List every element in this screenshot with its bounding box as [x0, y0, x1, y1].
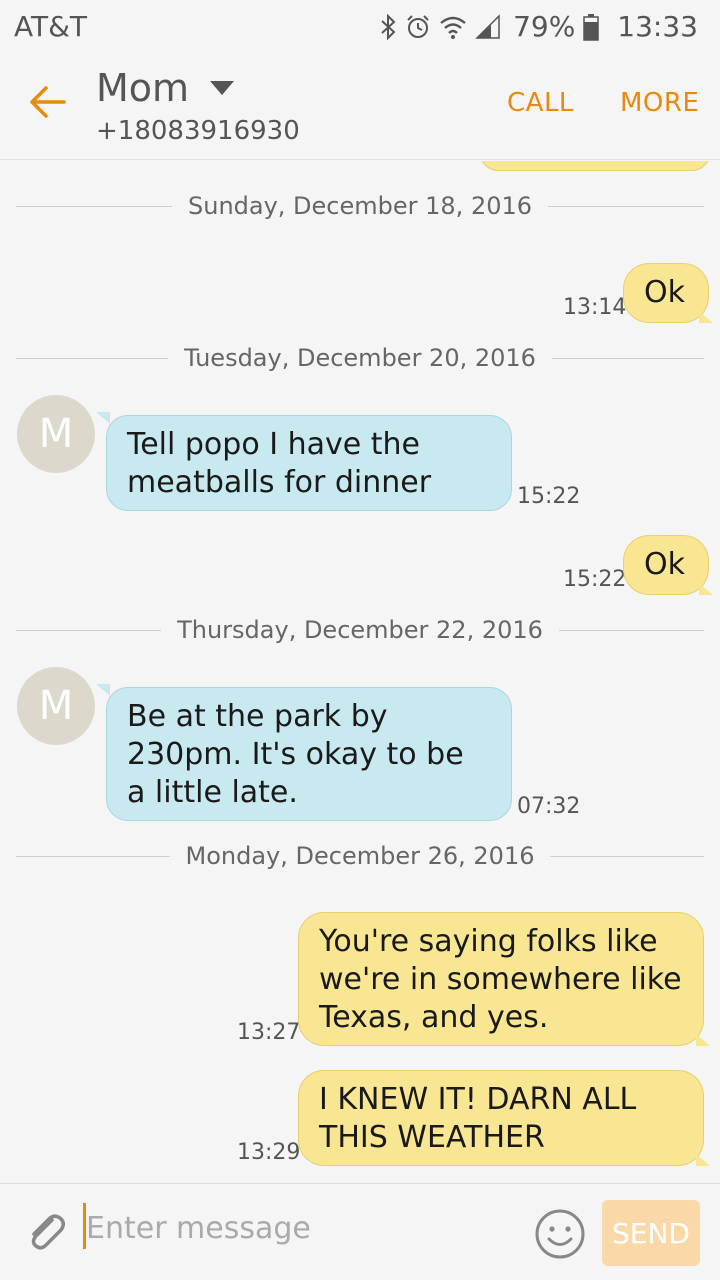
message-time: 13:29	[237, 1140, 301, 1165]
avatar-initial: M	[38, 411, 74, 457]
attach-button[interactable]	[22, 1208, 70, 1256]
avatar-initial: M	[38, 683, 74, 729]
back-button[interactable]	[26, 82, 70, 126]
battery-icon	[583, 13, 600, 41]
bubble-tail	[699, 583, 713, 595]
date-separator: Thursday, December 22, 2016	[0, 612, 720, 648]
back-arrow-icon	[28, 84, 68, 124]
incoming-message-bubble[interactable]: Be at the park by 230pm. It's okay to be…	[106, 687, 512, 821]
message-text: You're saying folks like we're in somewh…	[319, 924, 682, 1035]
message-time: 15:22	[563, 567, 627, 592]
conversation-header: Mom +18083916930 CALL MORE	[0, 52, 720, 160]
bubble-tail	[96, 684, 110, 696]
signal-icon	[475, 13, 501, 40]
emoji-button[interactable]	[534, 1208, 586, 1260]
message-time: 07:32	[517, 794, 581, 819]
date-separator: Monday, December 26, 2016	[0, 838, 720, 874]
alarm-icon	[405, 14, 431, 40]
outgoing-message-bubble[interactable]: Ok	[623, 535, 709, 595]
contact-avatar[interactable]: M	[17, 667, 95, 745]
dropdown-arrow-icon	[209, 80, 235, 96]
message-time: 13:14	[563, 295, 627, 320]
status-icons: 79% 13:33	[379, 10, 698, 43]
carrier-name: AT&T	[14, 10, 88, 43]
date-label: Sunday, December 18, 2016	[188, 192, 533, 220]
message-time: 13:27	[237, 1020, 301, 1045]
paperclip-icon	[22, 1214, 70, 1260]
message-input[interactable]	[86, 1206, 506, 1250]
partial-message-bubble	[480, 161, 710, 171]
message-text: Be at the park by 230pm. It's okay to be…	[127, 699, 464, 810]
date-label: Monday, December 26, 2016	[185, 842, 535, 870]
contact-avatar[interactable]: M	[17, 395, 95, 473]
compose-bar: SEND	[0, 1183, 720, 1280]
call-button[interactable]: CALL	[507, 88, 574, 118]
message-text: Ok	[644, 275, 685, 310]
contact-number: +18083916930	[96, 116, 300, 146]
contact-name: Mom	[96, 66, 190, 110]
bubble-tail	[96, 412, 110, 424]
outgoing-message-bubble[interactable]: You're saying folks like we're in somewh…	[298, 912, 704, 1046]
date-label: Thursday, December 22, 2016	[177, 616, 543, 644]
outgoing-message-bubble[interactable]: I KNEW IT! DARN ALL THIS WEATHER	[298, 1070, 704, 1166]
date-separator: Tuesday, December 20, 2016	[0, 340, 720, 376]
wifi-icon	[439, 14, 467, 40]
status-bar: AT&T 79% 13:33	[0, 0, 720, 52]
outgoing-message-bubble[interactable]: Ok	[623, 263, 709, 323]
battery-percent: 79%	[513, 10, 576, 43]
date-separator: Sunday, December 18, 2016	[0, 188, 720, 224]
incoming-message-bubble[interactable]: Tell popo I have the meatballs for dinne…	[106, 415, 512, 511]
message-time: 15:22	[517, 484, 581, 509]
smiley-icon	[534, 1209, 586, 1264]
bubble-tail	[696, 1034, 710, 1046]
bubble-tail	[699, 311, 713, 323]
send-button[interactable]: SEND	[602, 1200, 700, 1266]
bluetooth-icon	[379, 13, 397, 40]
message-text: Tell popo I have the meatballs for dinne…	[127, 427, 432, 500]
more-button[interactable]: MORE	[620, 88, 699, 118]
message-text: Ok	[644, 547, 685, 582]
bubble-tail	[696, 1154, 710, 1166]
date-label: Tuesday, December 20, 2016	[184, 344, 536, 372]
contact-name-dropdown[interactable]: Mom	[96, 66, 235, 110]
message-list[interactable]: Sunday, December 18, 2016 13:14 Ok Tuesd…	[0, 161, 720, 1182]
clock: 13:33	[617, 10, 698, 43]
message-text: I KNEW IT! DARN ALL THIS WEATHER	[319, 1082, 637, 1155]
